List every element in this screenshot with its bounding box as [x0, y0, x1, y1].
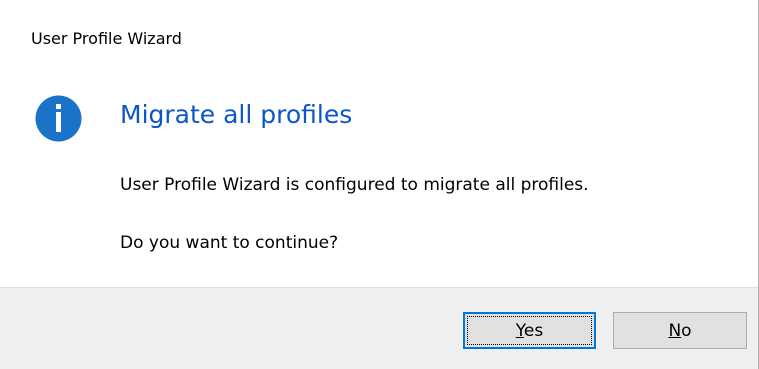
dialog-heading: Migrate all profiles	[120, 100, 353, 129]
yes-button[interactable]: Yes	[463, 312, 596, 349]
question-text: Do you want to continue?	[120, 233, 339, 253]
message-dialog: User Profile Wizard Migrate all profiles…	[0, 0, 759, 369]
yes-label-rest: es	[523, 320, 544, 341]
yes-mnemonic: Y	[515, 320, 524, 341]
message-text: User Profile Wizard is configured to mig…	[120, 175, 589, 195]
window-title: User Profile Wizard	[31, 29, 182, 48]
no-mnemonic: N	[668, 320, 682, 341]
no-label-rest: o	[681, 320, 692, 341]
button-bar: Yes No	[0, 287, 758, 369]
no-button-label: No	[668, 321, 691, 341]
info-icon	[35, 95, 82, 142]
yes-button-label: Yes	[516, 321, 543, 341]
no-button[interactable]: No	[613, 312, 747, 349]
title-bar: User Profile Wizard	[0, 0, 758, 64]
